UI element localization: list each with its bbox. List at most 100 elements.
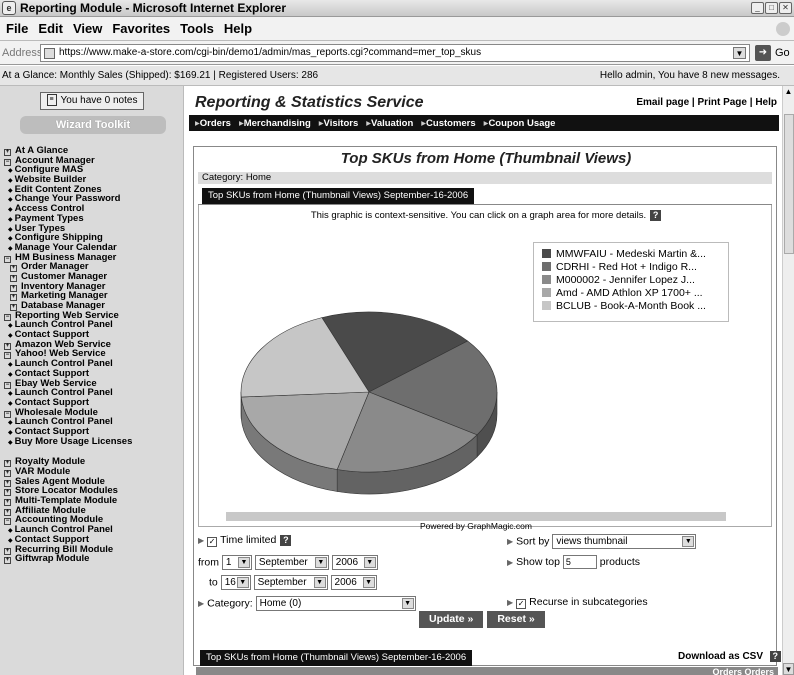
sidebar-item[interactable]: + Giftwrap Module <box>4 554 182 565</box>
bullet-icon: ▶ <box>198 599 205 609</box>
pie-chart[interactable] <box>234 297 514 517</box>
products-label: products <box>599 555 641 568</box>
legend-entry[interactable]: MMWFAIU - Medeski Martin &... <box>542 248 728 261</box>
chevron-down-icon: ▼ <box>682 536 695 547</box>
ie-logo-icon: e <box>2 1 16 15</box>
sort-label: Sort by <box>516 535 550 548</box>
scroll-up-icon[interactable]: ▲ <box>783 86 794 98</box>
from-month-select[interactable]: September ▼ <box>254 555 329 570</box>
go-button[interactable]: Go <box>775 47 790 59</box>
form-buttons: Update » Reset » <box>419 611 545 628</box>
service-title: Reporting & Statistics Service <box>195 94 424 111</box>
go-arrow-icon[interactable]: ➜ <box>755 45 771 61</box>
legend-entry[interactable]: Amd - AMD Athlon XP 1700+ ... <box>542 287 728 300</box>
context-note-text: This graphic is context-sensitive. You c… <box>310 210 647 222</box>
show-top-input[interactable]: 5 <box>562 555 597 569</box>
address-dropdown-icon[interactable]: ▼ <box>733 47 746 59</box>
help-icon[interactable]: ? <box>650 210 662 221</box>
legend-swatch <box>542 288 551 297</box>
window-titlebar: e Reporting Module - Microsoft Internet … <box>0 0 794 17</box>
bullet-icon: ▶ <box>507 557 514 567</box>
bullet-icon: ▶ <box>507 537 514 547</box>
menu-tools[interactable]: Tools <box>180 21 214 36</box>
nav-coupon-usage[interactable]: Coupon Usage <box>484 118 555 129</box>
menu-bar: File Edit View Favorites Tools Help <box>0 17 794 41</box>
scroll-thumb[interactable] <box>784 114 794 254</box>
nav-orders[interactable]: Orders <box>195 118 231 129</box>
menu-help[interactable]: Help <box>224 21 252 36</box>
legend-label: MMWFAIU - Medeski Martin &... <box>556 248 706 260</box>
sidebar-tree: +At A Glance−Account ManagerConfigure MA… <box>4 146 182 565</box>
bottom-report-tab[interactable]: Top SKUs from Home (Thumbnail Views) Sep… <box>200 650 473 666</box>
top-links[interactable]: Email page | Print Page | Help <box>636 97 777 108</box>
address-label: Address <box>2 46 43 59</box>
time-limited-checkbox[interactable]: ✓ <box>207 537 218 547</box>
address-input[interactable]: https://www.make-a-store.com/cgi-bin/dem… <box>40 44 750 62</box>
bullet-icon: ▶ <box>507 598 514 607</box>
chevron-down-icon: ▼ <box>314 557 327 568</box>
expand-icon[interactable]: + <box>4 557 11 565</box>
nav-valuation[interactable]: Valuation <box>366 118 413 129</box>
help-icon[interactable]: ? <box>769 651 781 662</box>
context-note: This graphic is context-sensitive. You c… <box>194 210 778 221</box>
bullet-icon: ▶ <box>198 536 205 545</box>
chevron-down-icon: ▼ <box>313 577 326 588</box>
to-day-select[interactable]: 16 ▼ <box>220 575 251 590</box>
close-icon[interactable]: ✕ <box>779 2 792 14</box>
download-csv-link[interactable]: Download as CSV ? <box>678 651 781 662</box>
address-url: https://www.make-a-store.com/cgi-bin/dem… <box>59 47 482 58</box>
expand-icon[interactable]: + <box>4 149 11 156</box>
note-icon: ≡ <box>46 94 57 107</box>
legend-entry[interactable]: BCLUB - Book-A-Month Book ... <box>542 300 728 313</box>
from-year-select[interactable]: 2006 ▼ <box>331 555 378 570</box>
legend-swatch <box>542 249 551 258</box>
menu-file[interactable]: File <box>6 21 28 36</box>
hello-message[interactable]: Hello admin, You have 8 new messages. <box>600 66 780 86</box>
reset-button[interactable]: Reset » <box>487 611 545 628</box>
help-icon[interactable]: ? <box>280 534 292 546</box>
legend-swatch <box>542 275 551 284</box>
from-label: from <box>198 556 219 569</box>
expand-icon[interactable]: + <box>10 274 17 282</box>
nav-visitors[interactable]: Visitors <box>319 118 359 129</box>
scroll-down-icon[interactable]: ▼ <box>783 663 794 675</box>
menu-edit[interactable]: Edit <box>38 21 63 36</box>
notes-button[interactable]: ≡ You have 0 notes <box>40 92 144 110</box>
address-bar: Address https://www.make-a-store.com/cgi… <box>0 41 794 65</box>
chart-legend: MMWFAIU - Medeski Martin &... CDRHI - Red… <box>533 242 729 322</box>
legend-entry[interactable]: CDRHI - Red Hot + Indigo R... <box>542 261 728 274</box>
sort-select[interactable]: views thumbnail ▼ <box>552 534 697 549</box>
minimize-icon[interactable]: _ <box>751 2 764 14</box>
chevron-down-icon: ▼ <box>401 598 414 609</box>
wizard-toolkit-button[interactable]: Wizard Toolkit <box>20 116 166 134</box>
nav-customers[interactable]: Customers <box>421 118 476 129</box>
legend-entry[interactable]: M000002 - Jennifer Lopez J... <box>542 274 728 287</box>
nav-merchandising[interactable]: Merchandising <box>239 118 311 129</box>
legend-label: CDRHI - Red Hot + Indigo R... <box>556 261 697 273</box>
chevron-down-icon: ▼ <box>363 557 376 568</box>
from-date-row: from 1 ▼ September ▼ 2006 ▼ <box>198 555 378 570</box>
sidebar-item[interactable]: Buy More Usage Licenses <box>4 436 182 447</box>
report-tab[interactable]: Top SKUs from Home (Thumbnail Views) Sep… <box>202 188 475 204</box>
menu-favorites[interactable]: Favorites <box>112 21 170 36</box>
from-day-select[interactable]: 1 ▼ <box>221 555 252 570</box>
vertical-scrollbar[interactable]: ▲ ▼ <box>782 86 794 675</box>
chevron-down-icon: ▼ <box>236 577 249 588</box>
category-select[interactable]: Home (0) ▼ <box>255 596 416 611</box>
notes-label: You have 0 notes <box>60 95 138 106</box>
category-line: Category: Home <box>198 172 772 184</box>
main-content: Reporting & Statistics Service Email pag… <box>189 86 779 675</box>
to-label: to <box>209 576 218 589</box>
recurse-checkbox[interactable]: ✓ <box>516 599 527 609</box>
menu-view[interactable]: View <box>73 21 102 36</box>
windows-flag-icon <box>776 22 790 36</box>
legend-label: BCLUB - Book-A-Month Book ... <box>556 300 706 312</box>
maximize-icon[interactable]: □ <box>765 2 778 14</box>
update-button[interactable]: Update » <box>419 611 484 628</box>
expand-icon[interactable]: + <box>4 470 11 477</box>
to-month-select[interactable]: September ▼ <box>253 575 328 590</box>
time-limited-label: Time limited <box>220 534 277 546</box>
page-icon <box>44 48 55 59</box>
to-year-select[interactable]: 2006 ▼ <box>330 575 377 590</box>
glance-text: At a Glance: Monthly Sales (Shipped): $1… <box>2 70 319 81</box>
